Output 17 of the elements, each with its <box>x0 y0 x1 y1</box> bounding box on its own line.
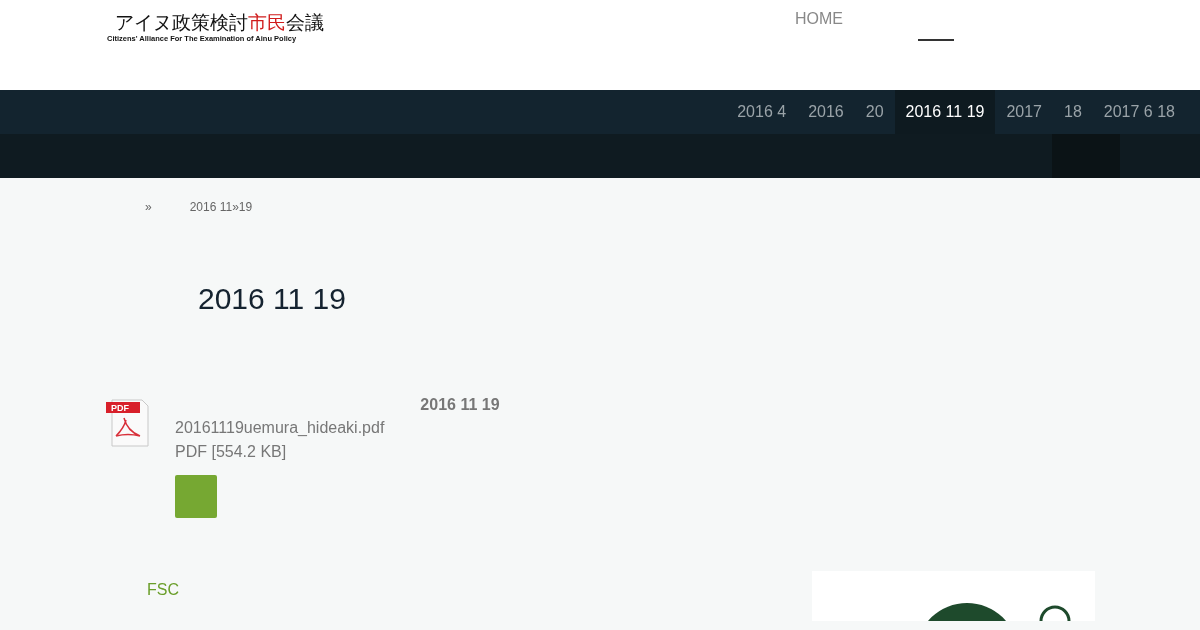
file-link[interactable]: 20161119uemura_hideaki.pdf <box>175 416 385 440</box>
page-title: 2016 11 19 <box>198 282 347 316</box>
breadcrumb-separator: » <box>145 200 152 214</box>
nav-link[interactable]: HOME <box>795 10 843 28</box>
download-button[interactable] <box>175 475 217 518</box>
footer-link[interactable]: FSC <box>147 581 179 599</box>
nav-item[interactable]: 20 <box>854 90 895 134</box>
nav-item[interactable]: 2016 11 19 <box>894 90 996 134</box>
breadcrumb-item: 2016 11»19 <box>189 200 253 214</box>
file-date: 2016 11 19 <box>420 396 500 415</box>
nav-item[interactable]: 2017 <box>995 90 1053 134</box>
nav-item[interactable]: 2016 <box>797 90 855 134</box>
nav-item[interactable]: 2016 4 <box>726 90 798 134</box>
nav-item[interactable]: 18 <box>1053 90 1093 134</box>
menu-line[interactable] <box>918 39 954 41</box>
nav-item[interactable]: 2017 6 18 <box>1092 90 1186 134</box>
file-size: PDF [554.2 KB] <box>175 442 287 462</box>
